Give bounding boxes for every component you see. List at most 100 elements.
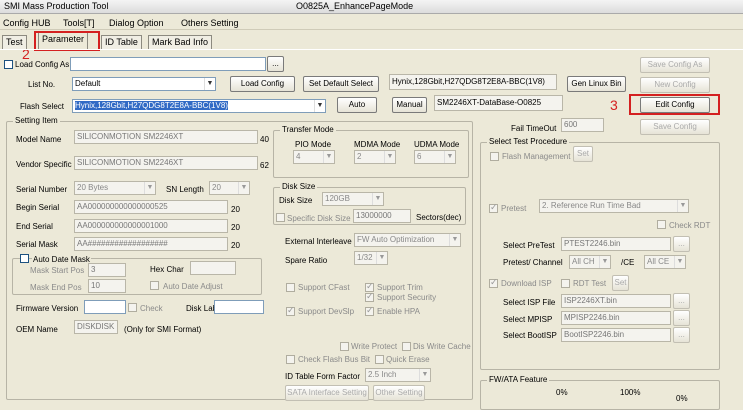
serial-number-select[interactable]: 20 Bytes ▼ xyxy=(74,181,156,195)
select-isp-file-input[interactable]: ISP2246XT.bin xyxy=(561,294,671,308)
load-config-browse-button[interactable]: ... xyxy=(267,56,284,72)
disk-label-input[interactable] xyxy=(214,300,264,314)
load-config-button[interactable]: Load Config xyxy=(230,76,295,92)
sn-length-select[interactable]: 20 ▼ xyxy=(209,181,250,195)
udma-mode-select[interactable]: 6 ▼ xyxy=(414,150,456,164)
support-security-label: Support Security xyxy=(377,293,437,302)
tab-mark-bad-info[interactable]: Mark Bad Info xyxy=(148,35,213,49)
select-pretest-label: Select PreTest xyxy=(503,241,555,250)
id-table-form-factor-select[interactable]: 2.5 Inch ▼ xyxy=(365,368,431,382)
mdma-mode-select[interactable]: 2 ▼ xyxy=(354,150,396,164)
hex-char-label: Hex Char xyxy=(150,265,184,274)
pretest-value: 2. Reference Run Time Bad xyxy=(542,201,641,210)
load-config-as-path[interactable] xyxy=(70,57,266,71)
udma-mode-label: UDMA Mode xyxy=(414,140,460,149)
auto-date-mask-checkbox[interactable] xyxy=(20,254,29,263)
id-table-form-factor-label: ID Table Form Factor xyxy=(285,372,360,381)
fail-timeout-label: Fail TimeOut xyxy=(511,124,557,133)
external-interleave-select[interactable]: FW Auto Optimization ▼ xyxy=(354,233,461,247)
pio-mode-value: 4 xyxy=(296,152,301,161)
pretest-select[interactable]: 2. Reference Run Time Bad ▼ xyxy=(539,199,689,213)
gen-linux-bin-button[interactable]: Gen Linux Bin xyxy=(567,76,626,92)
model-name-length: 40 xyxy=(260,135,269,144)
sata-interface-setting-button[interactable]: SATA Interface Setting xyxy=(285,385,369,401)
list-no-select[interactable]: Default ▼ xyxy=(72,77,216,91)
auto-date-adjust-label: Auto Date Adjust xyxy=(163,282,223,291)
auto-button[interactable]: Auto xyxy=(337,97,377,113)
spare-ratio-select[interactable]: 1/32 ▼ xyxy=(354,251,388,265)
select-isp-file-label: Select ISP File xyxy=(503,298,556,307)
support-devslp-checkbox[interactable] xyxy=(286,305,295,316)
flash-select-dropdown[interactable]: Hynix,128Gbit,H27QDG8T2E8A-BBC(1V8) ▼ xyxy=(72,99,326,113)
chevron-down-icon: ▼ xyxy=(599,256,610,268)
load-config-as-checkbox[interactable] xyxy=(4,60,13,69)
select-bootisp-browse-button[interactable]: ... xyxy=(673,327,690,343)
fail-timeout-input[interactable]: 600 xyxy=(561,118,604,132)
hex-char-input[interactable] xyxy=(190,261,236,275)
support-cfast-checkbox[interactable] xyxy=(286,283,295,292)
flash-management-checkbox[interactable] xyxy=(490,152,499,161)
manual-button[interactable]: Manual xyxy=(392,97,427,113)
chevron-down-icon: ▼ xyxy=(384,151,395,163)
setting-item-title: Setting Item xyxy=(13,116,60,125)
select-pretest-input[interactable]: PTEST2246.bin xyxy=(561,237,671,251)
specific-disk-size-input[interactable]: 13000000 xyxy=(353,209,411,223)
check-checkbox[interactable] xyxy=(128,303,137,312)
menu-config-hub[interactable]: Config HUB xyxy=(3,18,51,28)
begin-serial-input[interactable]: AA000000000000000525 xyxy=(74,200,228,214)
tab-id-table[interactable]: ID Table xyxy=(101,35,142,49)
ce-select[interactable]: All CE ▼ xyxy=(644,255,686,269)
quick-erase-checkbox[interactable] xyxy=(375,355,384,364)
enable-hpa-checkbox[interactable] xyxy=(365,305,374,316)
annotation-3: 3 xyxy=(610,97,618,113)
vendor-specific-label: Vendor Specific xyxy=(16,160,72,169)
select-pretest-browse-button[interactable]: ... xyxy=(673,236,690,252)
dis-write-cache-checkbox[interactable] xyxy=(402,342,411,351)
pretest-checkbox[interactable] xyxy=(489,202,498,213)
check-rdt-checkbox[interactable] xyxy=(657,220,666,229)
mask-start-pos-input[interactable]: 3 xyxy=(88,263,126,277)
menu-tools[interactable]: Tools[T] xyxy=(63,18,95,28)
save-config-button[interactable]: Save Config xyxy=(640,119,710,135)
menu-others-setting[interactable]: Others Setting xyxy=(181,18,239,28)
pio-mode-select[interactable]: 4 ▼ xyxy=(293,150,335,164)
load-config-as-label: Load Config As xyxy=(15,60,70,69)
select-bootisp-input[interactable]: BootISP2246.bin xyxy=(561,328,671,342)
write-protect-checkbox[interactable] xyxy=(340,342,349,351)
check-flash-bus-bit-checkbox[interactable] xyxy=(286,355,295,364)
save-config-as-button[interactable]: Save Config As xyxy=(640,57,710,73)
check-flash-bus-bit-label: Check Flash Bus Bit xyxy=(298,355,371,364)
chevron-down-icon: ▼ xyxy=(449,234,460,246)
oem-name-input[interactable]: DISKDISK xyxy=(74,320,118,334)
pretest-label: Pretest xyxy=(501,204,527,213)
channel-select[interactable]: All CH ▼ xyxy=(569,255,611,269)
mask-end-pos-input[interactable]: 10 xyxy=(88,279,126,293)
vendor-specific-input[interactable]: SILICONMOTION SM2246XT xyxy=(74,156,258,170)
chevron-down-icon: ▼ xyxy=(238,182,249,194)
firmware-version-input[interactable] xyxy=(84,300,126,314)
flash-management-set-button[interactable]: Set xyxy=(573,146,593,162)
fw-ata-0-percent-b: 0% xyxy=(676,394,688,403)
chevron-down-icon: ▼ xyxy=(323,151,334,163)
model-name-input[interactable]: SILICONMOTION SM2246XT xyxy=(74,130,258,144)
menu-dialog-option[interactable]: Dialog Option xyxy=(109,18,164,28)
other-setting-button[interactable]: Other Setting xyxy=(373,385,425,401)
download-isp-checkbox[interactable] xyxy=(489,277,498,288)
set-default-select-button[interactable]: Set Default Select xyxy=(303,76,379,92)
rdt-set-button[interactable]: Set xyxy=(612,275,629,291)
new-config-button[interactable]: New Config xyxy=(640,77,710,93)
support-security-checkbox[interactable] xyxy=(365,291,374,302)
specific-disk-size-checkbox[interactable] xyxy=(276,213,285,222)
select-mpisp-label: Select MPISP xyxy=(503,315,553,324)
check-label: Check xyxy=(140,304,163,313)
flash-info-display: Hynix,128Gbit,H27QDG8T2E8A-BBC(1V8) xyxy=(389,74,557,90)
disk-size-select[interactable]: 120GB ▼ xyxy=(322,192,384,206)
rdt-test-checkbox[interactable] xyxy=(561,279,570,288)
list-no-value: Default xyxy=(75,79,101,88)
end-serial-input[interactable]: AA000000000000001000 xyxy=(74,219,228,233)
select-mpisp-input[interactable]: MPISP2246.bin xyxy=(561,311,671,325)
select-mpisp-browse-button[interactable]: ... xyxy=(673,310,690,326)
auto-date-adjust-checkbox[interactable] xyxy=(150,281,159,290)
serial-mask-input[interactable]: AA################## xyxy=(74,237,228,251)
select-isp-browse-button[interactable]: ... xyxy=(673,293,690,309)
